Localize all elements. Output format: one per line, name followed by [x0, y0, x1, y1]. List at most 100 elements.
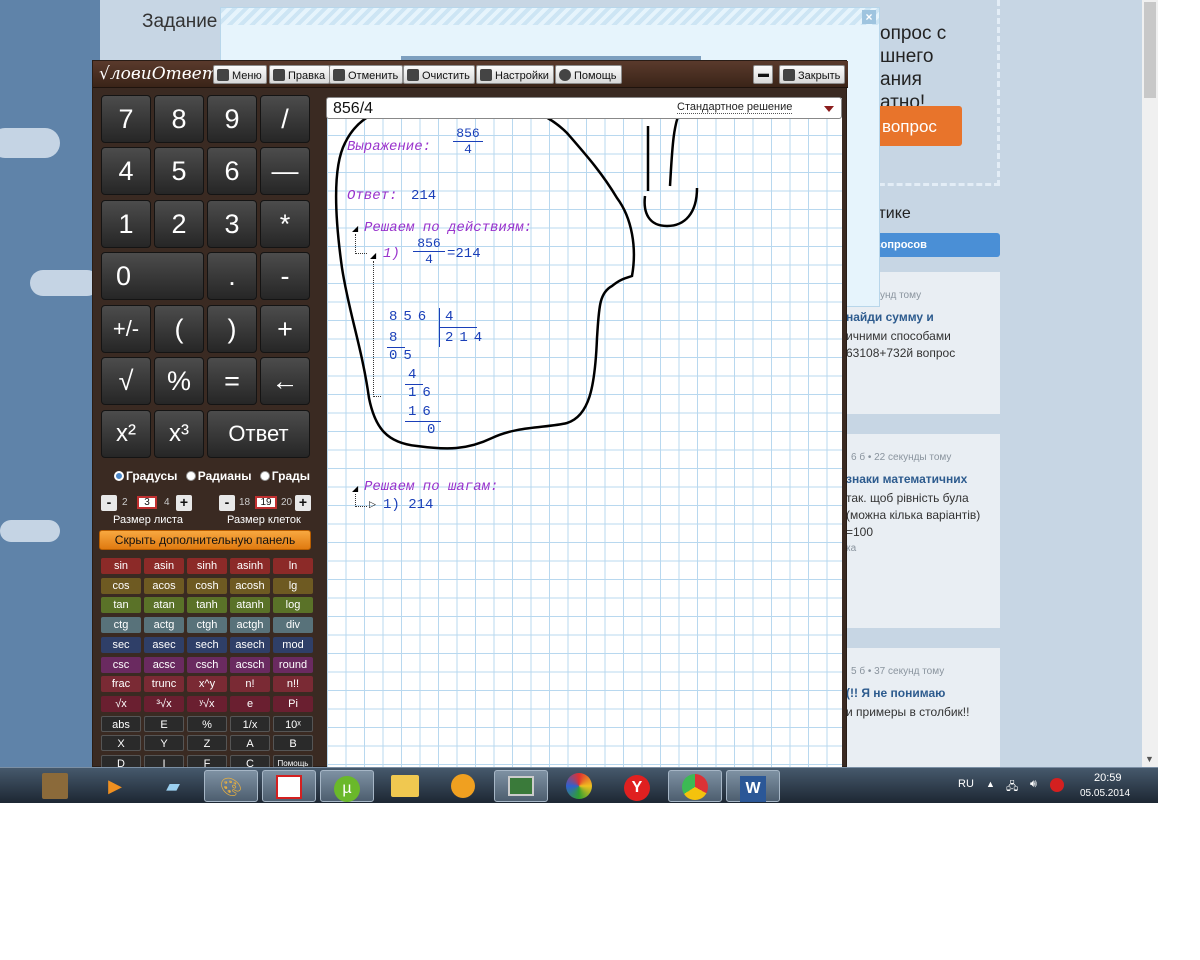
collapse-toggle-icon[interactable]: ◢ [370, 251, 376, 260]
scrollbar-thumb[interactable] [1144, 2, 1156, 98]
key-6[interactable]: 6 [207, 147, 257, 195]
function-key[interactable]: Pi [273, 695, 313, 712]
function-key[interactable]: asec [144, 636, 184, 653]
app-red-icon[interactable] [262, 770, 316, 802]
key-5[interactable]: 5 [154, 147, 204, 195]
page-scrollbar[interactable]: ▼ [1142, 0, 1158, 767]
function-key[interactable]: acosh [230, 577, 270, 594]
function-key[interactable]: A [230, 735, 270, 752]
sheet-size-increase[interactable]: + [176, 495, 192, 511]
key-divide[interactable]: / [260, 95, 310, 143]
clock-date[interactable]: 05.05.2014 [1080, 788, 1130, 799]
function-key[interactable]: X [101, 735, 141, 752]
edit-button[interactable]: Правка [269, 65, 331, 84]
key-plus[interactable]: + [260, 305, 310, 353]
expand-toggle-icon[interactable]: ▷ [369, 499, 376, 510]
ask-question-button[interactable]: вопрос [872, 106, 962, 146]
function-key[interactable]: lg [273, 577, 313, 594]
function-key[interactable]: acsch [230, 656, 270, 673]
key-2[interactable]: 2 [154, 200, 204, 248]
radio-radians[interactable] [185, 471, 196, 481]
language-indicator[interactable]: RU [958, 778, 974, 790]
key-fraction[interactable]: — [260, 147, 310, 195]
key-decimal[interactable]: . [207, 252, 257, 300]
settings-button[interactable]: Настройки [476, 65, 554, 84]
function-key[interactable]: sinh [187, 558, 227, 574]
function-key[interactable]: log [273, 597, 313, 614]
close-icon[interactable]: × [862, 10, 876, 24]
user-avatar-icon[interactable] [30, 770, 80, 802]
key-0[interactable]: 0 [101, 252, 204, 300]
function-key[interactable]: sec [101, 636, 141, 653]
clear-button[interactable]: Очистить [403, 65, 475, 84]
function-key[interactable]: Y [144, 735, 184, 752]
explorer-icon[interactable] [378, 770, 432, 802]
tray-expand-icon[interactable]: ▲ [986, 779, 995, 789]
function-key[interactable]: n! [230, 676, 270, 693]
paint-icon[interactable]: 🎨︎ [204, 770, 258, 802]
function-key[interactable]: ctg [101, 617, 141, 634]
radio-degrees[interactable] [114, 471, 124, 481]
function-key[interactable]: cosh [187, 577, 227, 594]
function-key[interactable]: mod [273, 636, 313, 653]
function-key[interactable]: acos [144, 577, 184, 594]
close-button[interactable]: Закрыть [779, 65, 846, 84]
game-icon[interactable] [552, 770, 606, 802]
key-7[interactable]: 7 [101, 95, 151, 143]
function-key[interactable]: asinh [230, 558, 270, 574]
function-key[interactable]: atan [144, 597, 184, 614]
function-key[interactable]: 1/x [230, 715, 270, 732]
key-9[interactable]: 9 [207, 95, 257, 143]
key-1[interactable]: 1 [101, 200, 151, 248]
function-key[interactable]: sech [187, 636, 227, 653]
question-title[interactable]: знаки математичних [846, 472, 967, 486]
function-key[interactable]: E [144, 715, 184, 732]
function-key[interactable]: ctgh [187, 617, 227, 634]
volume-icon[interactable]: 🔊︎ [1030, 778, 1037, 791]
sheet-size-decrease[interactable]: - [101, 495, 117, 511]
function-key[interactable]: √x [101, 695, 141, 712]
function-key[interactable]: ʸ√x [187, 695, 227, 712]
function-key[interactable]: csc [101, 656, 141, 673]
key-open-paren[interactable]: ( [154, 305, 204, 353]
function-key[interactable]: actgh [230, 617, 270, 634]
scroll-down-icon[interactable]: ▼ [1145, 754, 1154, 764]
menu-button[interactable]: Меню [213, 65, 267, 84]
solution-mode-select[interactable]: Стандартное решение [677, 101, 793, 114]
key-multiply[interactable]: * [260, 200, 310, 248]
function-key[interactable]: ³√x [144, 695, 184, 712]
function-key[interactable]: sin [101, 558, 141, 574]
collapse-toggle-icon[interactable]: ◢ [352, 484, 358, 493]
notes-icon[interactable]: ▰ [146, 770, 200, 802]
function-key[interactable]: Z [187, 735, 227, 752]
expression-input[interactable]: 856/4 Стандартное решение [326, 97, 842, 119]
key-4[interactable]: 4 [101, 147, 151, 195]
key-square[interactable]: x² [101, 410, 151, 458]
help-button[interactable]: Помощь [555, 65, 622, 84]
undo-button[interactable]: Отменить [329, 65, 404, 84]
function-key[interactable]: e [230, 695, 270, 712]
function-key[interactable]: actg [144, 617, 184, 634]
function-key[interactable]: acsc [144, 656, 184, 673]
key-minus[interactable]: - [260, 252, 310, 300]
media-player-icon[interactable]: ▶ [88, 770, 142, 802]
chevron-down-icon[interactable] [824, 106, 834, 112]
key-8[interactable]: 8 [154, 95, 204, 143]
key-percent[interactable]: % [154, 357, 204, 405]
key-sqrt[interactable]: √ [101, 357, 151, 405]
cell-size-increase[interactable]: + [295, 495, 311, 511]
key-close-paren[interactable]: ) [207, 305, 257, 353]
function-key[interactable]: asech [230, 636, 270, 653]
network-icon[interactable]: 🖧︎ [1006, 778, 1018, 797]
function-key[interactable]: cos [101, 577, 141, 594]
function-key[interactable]: round [273, 656, 313, 673]
function-key[interactable]: tanh [187, 597, 227, 614]
key-backspace[interactable]: ← [260, 357, 310, 405]
function-key[interactable]: x^y [187, 676, 227, 693]
utorrent-icon[interactable]: µ [320, 770, 374, 802]
function-key[interactable]: abs [101, 715, 141, 732]
clock-time[interactable]: 20:59 [1094, 772, 1122, 784]
monitor-icon[interactable] [494, 770, 548, 802]
function-key[interactable]: asin [144, 558, 184, 574]
key-3[interactable]: 3 [207, 200, 257, 248]
